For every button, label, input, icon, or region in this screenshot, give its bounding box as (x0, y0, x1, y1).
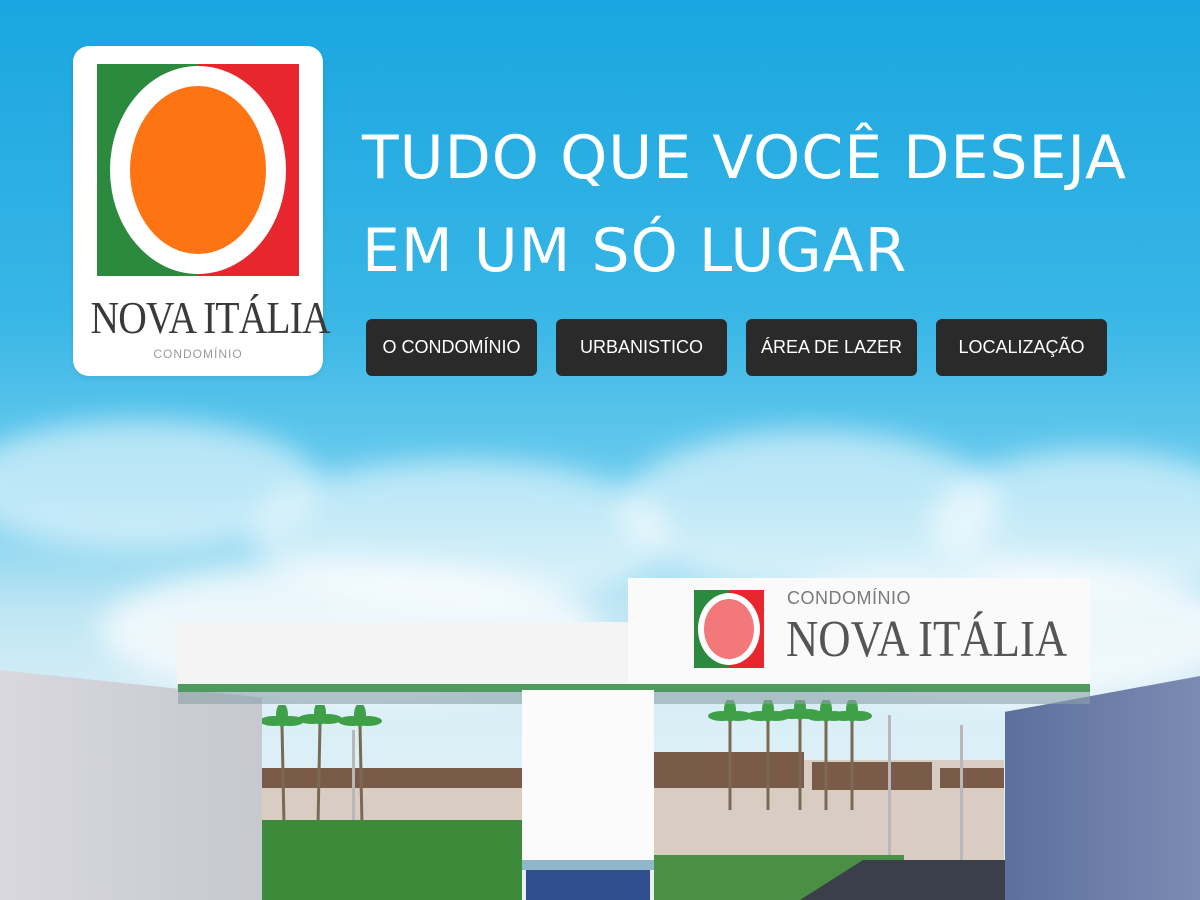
logo-wordmark: NOVA ITÁLIA (90, 292, 331, 343)
palm-tree-icon (262, 705, 382, 825)
main-nav: O CONDOMÍNIO URBANISTICO ÁREA DE LAZER L… (366, 319, 1107, 376)
nav-localizacao-button[interactable]: LOCALIZAÇÃO (936, 319, 1107, 376)
logo-subtitle: CONDOMÍNIO (153, 347, 243, 361)
nav-condominio-button[interactable]: O CONDOMÍNIO (366, 319, 537, 376)
nav-area-de-lazer-button[interactable]: ÁREA DE LAZER (746, 319, 917, 376)
lamp-post (888, 715, 891, 865)
right-wall (1005, 676, 1200, 900)
palm-tree-icon (708, 700, 872, 810)
lawn (262, 820, 522, 900)
reflecting-pool (526, 870, 650, 900)
logo-emblem-icon (97, 64, 299, 276)
brand-logo[interactable]: NOVA ITÁLIA CONDOMÍNIO (73, 46, 331, 376)
headline-line-1: TUDO QUE VOCÊ DESEJA (362, 123, 1128, 193)
background-building-roof (940, 768, 1004, 788)
gate-sign-subtitle: CONDOMÍNIO (787, 588, 911, 608)
headline-line-2: EM UM SÓ LUGAR (362, 216, 908, 286)
gate-pillar (522, 690, 654, 866)
gate-pillar-base (522, 860, 654, 870)
gate-logo-icon (694, 590, 764, 668)
left-wall (0, 670, 262, 900)
hero-headline: TUDO QUE VOCÊ DESEJA EM UM SÓ LUGAR (362, 112, 1182, 298)
nav-urbanistico-button[interactable]: URBANISTICO (556, 319, 727, 376)
gate-sign-name: NOVA ITÁLIA (786, 611, 1068, 668)
lamp-post (960, 725, 963, 865)
